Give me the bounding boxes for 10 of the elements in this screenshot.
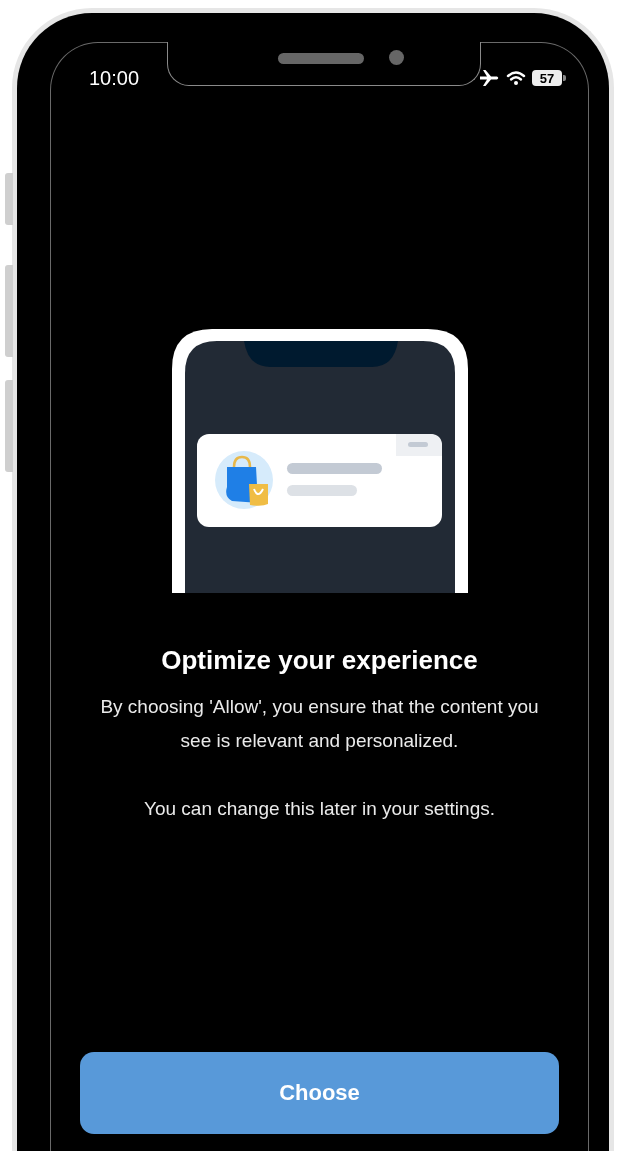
battery-indicator: 57 <box>532 70 562 86</box>
body-text: By choosing 'Allow', you ensure that the content you see is relevant and personalized. <box>99 695 540 753</box>
status-time: 10:00 <box>89 66 140 90</box>
battery-tip <box>563 75 566 81</box>
title: Optimize your experience <box>161 645 478 676</box>
camera-dot <box>389 50 404 65</box>
airplane-icon <box>478 69 500 87</box>
choose-button[interactable]: Choose <box>80 1052 559 1134</box>
body-text: You can change this later in your settings. <box>143 797 496 821</box>
wifi-icon <box>506 70 526 86</box>
